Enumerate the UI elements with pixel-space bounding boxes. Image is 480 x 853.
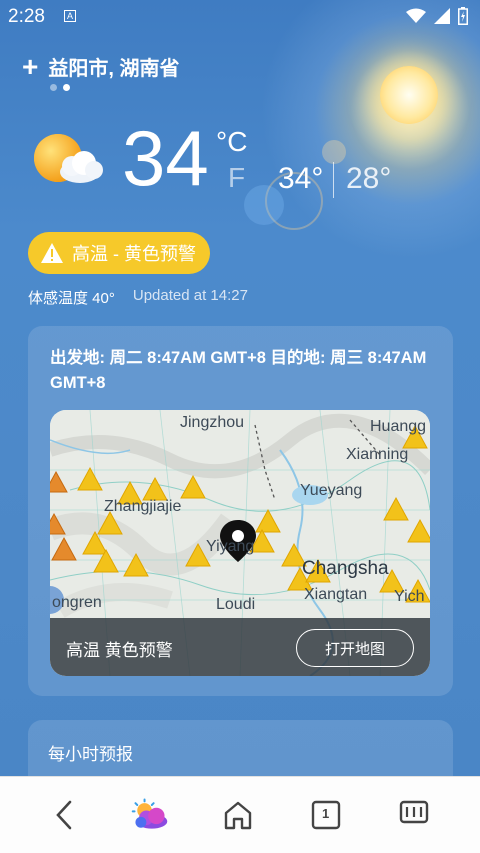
location-row: + 益阳市, 湖南省 [22,52,179,81]
weather-alert-badge[interactable]: 高温 - 黄色预警 [28,232,210,274]
map-label-xiangtan: Xiangtan [304,586,368,603]
weather-alert-map[interactable]: Jingzhou Huangg Xianning Zhangjiajie Yue… [50,410,430,676]
map-footer: 高温 黄色预警 打开地图 [50,618,430,676]
map-label-yueyang: Yueyang [300,482,363,499]
route-card: 出发地: 周二 8:47AM GMT+8 目的地: 周三 8:47AM GMT+… [28,326,453,696]
weather-app-button[interactable] [130,797,170,833]
page-indicator [50,84,70,91]
battery-icon [458,7,468,25]
open-map-button[interactable]: 打开地图 [296,629,414,667]
tabs-button[interactable]: 1 [306,797,346,833]
map-alert-text: 高温 黄色预警 [66,641,173,660]
sun-decoration [380,66,438,124]
current-temperature: 34 [122,114,209,202]
feels-like: 体感温度 40° [28,290,115,307]
app-notification-icon: A [64,10,76,22]
details-row: 体感温度 40° Updated at 14:27 [28,287,248,308]
map-label-changsha: Changsha [302,558,389,579]
back-button[interactable] [44,797,84,833]
alert-text: 高温 - 黄色预警 [72,244,196,264]
back-icon [56,800,72,830]
warning-icon [41,243,63,263]
map-label-yiyang: Yiyang [206,538,255,555]
menu-icon [399,800,429,824]
add-location-button[interactable]: + [22,52,38,80]
page-dot-active[interactable] [63,84,70,91]
map-label-huanggang: Huangg [370,418,427,435]
page-dot[interactable] [50,84,57,91]
sun-cloud-icon [34,134,103,183]
signal-icon [434,8,450,24]
hourly-forecast-card: 每小时预报 [28,720,453,776]
status-time: 2:28 [8,6,45,27]
route-times: 出发地: 周二 8:47AM GMT+8 目的地: 周三 8:47AM GMT+… [50,349,427,392]
unit-fahrenheit-toggle[interactable]: F [228,162,245,194]
map-label-loudi: Loudi [216,596,256,613]
high-temperature: 34° [278,162,324,195]
map-label-jingzhou: Jingzhou [180,414,245,431]
weather-app-icon [131,798,168,829]
map-label-yichun: Yich [394,588,425,605]
low-temperature: 28° [346,162,392,195]
tab-count: 1 [322,806,330,821]
location-name[interactable]: 益阳市, 湖南省 [48,52,179,81]
home-icon [224,801,252,830]
wifi-icon [406,8,426,23]
map-label-xianning: Xianning [346,446,409,463]
lens-flare [322,140,346,164]
updated-time: Updated at 14:27 [132,287,248,304]
home-button[interactable] [218,797,258,833]
menu-button[interactable] [394,797,434,833]
map-label-zhangjiajie: Zhangjiajie [104,498,182,515]
map-label-rongren: ongren [52,594,102,611]
unit-celsius-toggle[interactable]: °C [216,126,247,158]
bottom-navigation: 1 [0,776,480,853]
temp-divider [333,162,334,198]
status-bar: 2:28 A [0,0,480,32]
app-screen: 2:28 A + 益阳市, 湖南省 34 °C F 34° 28° 高温 - 黄… [0,0,480,776]
hourly-forecast-title: 每小时预报 [48,745,133,764]
